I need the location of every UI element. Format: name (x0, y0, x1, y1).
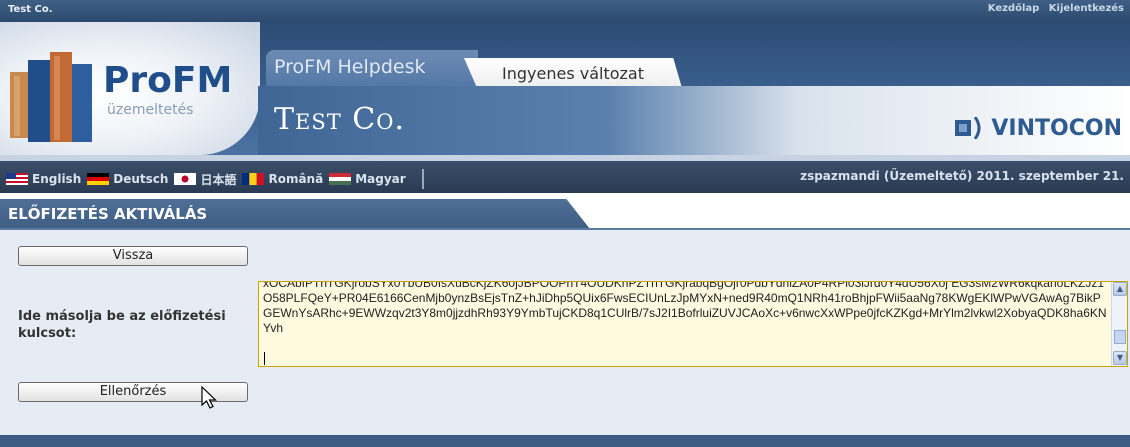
company-label: Test Co. (8, 4, 53, 15)
key-label: Ide másolja be az előfizetési kulcsot: (18, 309, 226, 341)
lang-english[interactable]: English (6, 172, 81, 186)
logo-title: ProFM (103, 60, 233, 101)
us-flag-icon (6, 173, 28, 185)
vendor-name: VINTOCON (991, 115, 1122, 141)
logo[interactable]: ProFM üzemeltetés (0, 22, 260, 155)
hu-flag-icon (329, 173, 352, 185)
lang-label: Română (268, 172, 324, 186)
logout-link[interactable]: Kijelentkezés (1049, 3, 1124, 14)
company-name: Test Co. (274, 102, 405, 137)
de-flag-icon (87, 173, 110, 185)
logo-subtitle: üzemeltetés (107, 102, 194, 118)
vintocon-mark-icon (955, 117, 981, 139)
lang-romanian[interactable]: Română (242, 172, 323, 186)
vendor-logo: VINTOCON (955, 114, 1122, 142)
lang-label: Deutsch (113, 172, 169, 186)
logo-buildings-icon (10, 52, 92, 142)
ro-flag-icon (242, 173, 265, 185)
top-bar: Test Co. Kezdőlap Kijelentkezés (0, 0, 1130, 22)
lang-label: Magyar (355, 172, 406, 186)
scroll-down-icon[interactable]: ▼ (1113, 351, 1127, 365)
lang-label: 日本語 (200, 172, 237, 187)
scroll-up-icon[interactable]: ▲ (1113, 282, 1127, 296)
lang-deutsch[interactable]: Deutsch (87, 172, 168, 186)
mouse-pointer-icon (201, 386, 217, 409)
subscription-key-textarea[interactable]: xOCAbIPThTGKjrobSYx0TbUB0IsXuBcKjZK60jJB… (258, 281, 1128, 367)
textarea-scrollbar[interactable]: ▲ ▼ (1111, 282, 1127, 366)
app-header: ProFM üzemeltetés ProFM Helpdesk Ingyene… (0, 22, 1130, 155)
divider (421, 169, 424, 189)
tab-free-edition[interactable]: Ingyenes változat (464, 58, 682, 88)
activation-form: Vissza Ide másolja be az előfizetési kul… (0, 230, 1130, 435)
footer-bar (0, 435, 1130, 447)
jp-flag-icon (174, 173, 197, 185)
text-caret (264, 352, 265, 365)
language-list: English Deutsch 日本語 Română Magyar (6, 169, 424, 189)
key-text: xOCAbIPThTGKjrobSYx0TbUB0IsXuBcKjZK60jJB… (263, 281, 1107, 335)
language-bar: English Deutsch 日本語 Română Magyar zspazm… (0, 155, 1130, 193)
back-button[interactable]: Vissza (18, 246, 248, 266)
top-links: Kezdőlap Kijelentkezés (982, 3, 1124, 14)
tab-helpdesk[interactable]: ProFM Helpdesk (266, 50, 478, 86)
lang-hungarian[interactable]: Magyar (329, 172, 406, 186)
user-info: zspazmandi (Üzemeltető) 2011. szeptember… (800, 169, 1124, 183)
home-link[interactable]: Kezdőlap (988, 3, 1040, 14)
lang-japanese[interactable]: 日本語 (174, 171, 236, 188)
company-banner: Test Co. VINTOCON (258, 86, 1130, 155)
scroll-thumb[interactable] (1114, 330, 1126, 344)
section-header: ELŐFIZETÉS AKTIVÁLÁS (0, 199, 590, 229)
section-title: ELŐFIZETÉS AKTIVÁLÁS (8, 205, 208, 223)
lang-label: English (32, 172, 82, 186)
